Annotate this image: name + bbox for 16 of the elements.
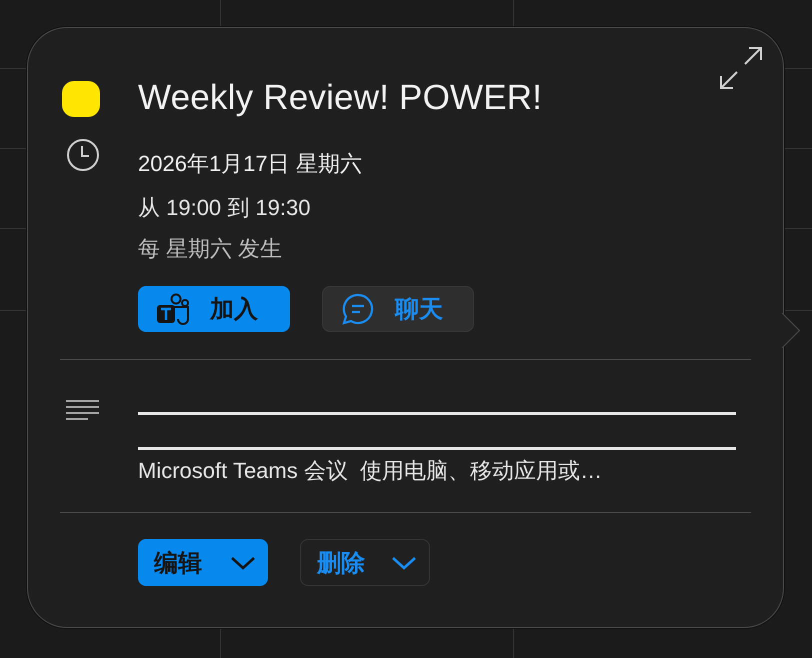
event-title: Weekly Review! POWER! (138, 78, 542, 118)
chat-button[interactable]: 聊天 (322, 286, 474, 332)
description-text: Microsoft Teams 会议 使用电脑、移动应用或… (138, 457, 604, 485)
event-date: 2026年1月17日 星期六 (138, 150, 363, 178)
clock-icon (66, 138, 100, 172)
edit-button[interactable]: 编辑 (138, 539, 268, 586)
recurrence-text: 每 星期六 发生 (138, 235, 284, 263)
chevron-icon (391, 554, 417, 570)
delete-button[interactable]: 删除 (300, 539, 430, 586)
chat-icon (341, 292, 375, 326)
chevron-icon (230, 554, 256, 570)
join-button[interactable]: 加入 (138, 286, 290, 332)
expand-icon[interactable] (719, 46, 763, 90)
event-time: 从 19:00 到 19:30 (138, 194, 312, 222)
notes-icon (66, 400, 100, 420)
teams-icon (156, 293, 190, 325)
